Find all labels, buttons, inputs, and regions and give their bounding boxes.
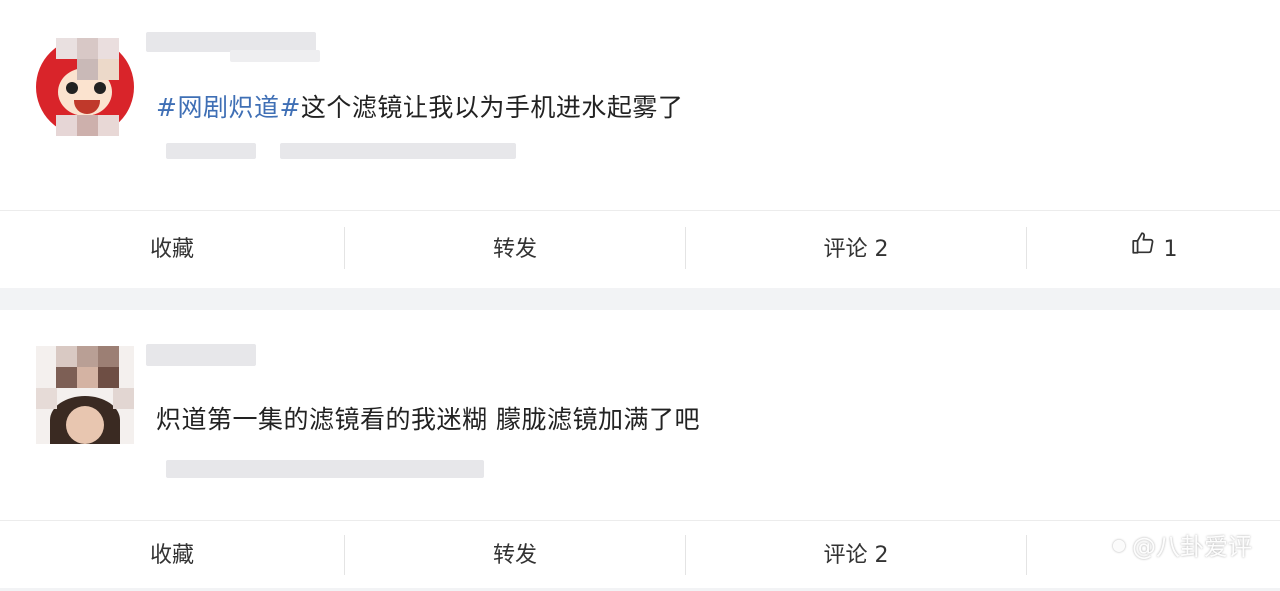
thumbs-up-icon — [1130, 211, 1156, 289]
post-body: 炽道第一集的滤镜看的我迷糊 朦胧滤镜加满了吧 — [156, 405, 700, 434]
paw-icon: ● — [1112, 535, 1126, 554]
username-blurred[interactable] — [146, 344, 256, 366]
meta-blurred — [166, 143, 256, 159]
post-card: 炽道第一集的滤镜看的我迷糊 朦胧滤镜加满了吧 收藏 转发 评论 2 — [0, 310, 1280, 588]
watermark-text: @八卦爱评 — [1132, 533, 1252, 561]
post-text: #网剧炽道#这个滤镜让我以为手机进水起雾了 — [156, 88, 683, 124]
username-blurred-extra — [230, 50, 320, 62]
avatar[interactable] — [36, 346, 134, 444]
favorite-button[interactable]: 收藏 — [0, 521, 344, 589]
like-count: 1 — [1163, 237, 1178, 262]
meta-blurred — [166, 460, 484, 478]
repost-button[interactable]: 转发 — [345, 211, 685, 289]
post-body: 这个滤镜让我以为手机进水起雾了 — [300, 93, 684, 122]
action-bar: 收藏 转发 评论 2 — [0, 520, 1280, 589]
action-bar: 收藏 转发 评论 2 1 — [0, 210, 1280, 289]
comment-button[interactable]: 评论 2 — [686, 211, 1026, 289]
post-text: 炽道第一集的滤镜看的我迷糊 朦胧滤镜加满了吧 — [156, 400, 700, 436]
hashtag-link[interactable]: #网剧炽道# — [156, 93, 301, 122]
watermark: ● @八卦爱评 — [1112, 527, 1252, 562]
comment-button[interactable]: 评论 2 — [686, 521, 1026, 589]
post-card: #网剧炽道#这个滤镜让我以为手机进水起雾了 收藏 转发 评论 2 1 — [0, 0, 1280, 288]
divider — [1026, 535, 1027, 575]
like-button[interactable]: 1 — [1027, 211, 1280, 289]
username-blurred[interactable] — [146, 32, 316, 52]
favorite-button[interactable]: 收藏 — [0, 211, 344, 289]
repost-button[interactable]: 转发 — [345, 521, 685, 589]
avatar[interactable] — [36, 38, 134, 136]
meta-blurred-2 — [280, 143, 516, 159]
